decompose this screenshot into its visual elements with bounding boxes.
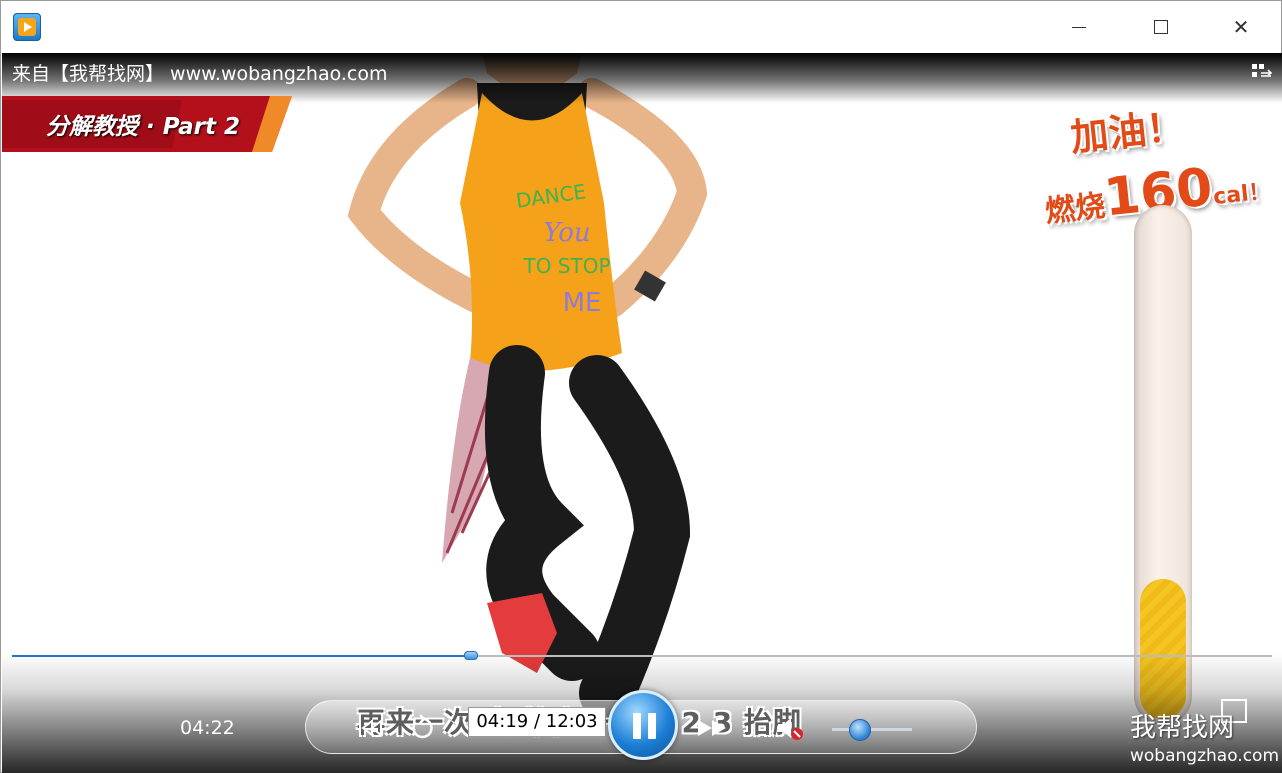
title-bar: ✕ [1, 1, 1281, 53]
dancer-figure: DANCE You TO STOP ME [347, 53, 708, 721]
volume-icon[interactable] [774, 713, 804, 743]
close-button[interactable]: ✕ [1226, 13, 1256, 41]
watermark-sub: wobangzhao.com [1130, 746, 1280, 766]
volume-handle[interactable] [849, 719, 871, 741]
watermark-main: 我帮找网 [1130, 713, 1235, 743]
burn-unit: cal [1212, 181, 1250, 211]
svg-text:You: You [543, 218, 590, 248]
elapsed-time: 04:22 [180, 717, 235, 739]
svg-text:ME: ME [563, 288, 602, 318]
pause-icon-bar [648, 713, 656, 739]
burn-suffix: ！ [1247, 179, 1272, 207]
playlist-icon[interactable] [1252, 63, 1272, 79]
replay-icon[interactable] [407, 713, 437, 743]
site-watermark: 我帮找网 wobangzhao.com [1130, 707, 1279, 766]
lesson-banner-text: 分解教授 · Part 2 [46, 114, 241, 140]
seek-bar[interactable] [12, 651, 1272, 660]
volume-slider[interactable] [832, 728, 912, 731]
seek-handle[interactable] [463, 651, 478, 660]
burn-label: 燃烧 [1043, 188, 1107, 230]
maximize-button[interactable] [1146, 13, 1176, 41]
seek-progress [12, 655, 471, 657]
video-area[interactable]: DANCE You TO STOP ME 来自【我帮找网】 www.wobang… [2, 53, 1282, 773]
pause-icon [633, 713, 641, 739]
source-label: 来自【我帮找网】 www.wobangzhao.com [12, 63, 388, 85]
calorie-meter [1134, 205, 1192, 725]
app-logo-icon[interactable] [13, 13, 41, 41]
player-window: ✕ DANCE You TO STOP ME 来自【我帮找网】 www.woba… [0, 0, 1282, 773]
cheer-text: 加油！ [1068, 104, 1187, 160]
minimize-button[interactable] [1064, 13, 1094, 41]
rewind-icon[interactable] [354, 713, 384, 743]
forward-icon[interactable] [692, 713, 732, 743]
time-tooltip: 04:19 / 12:03 [468, 707, 606, 737]
svg-text:TO STOP: TO STOP [522, 254, 610, 278]
pause-button[interactable] [608, 690, 678, 760]
